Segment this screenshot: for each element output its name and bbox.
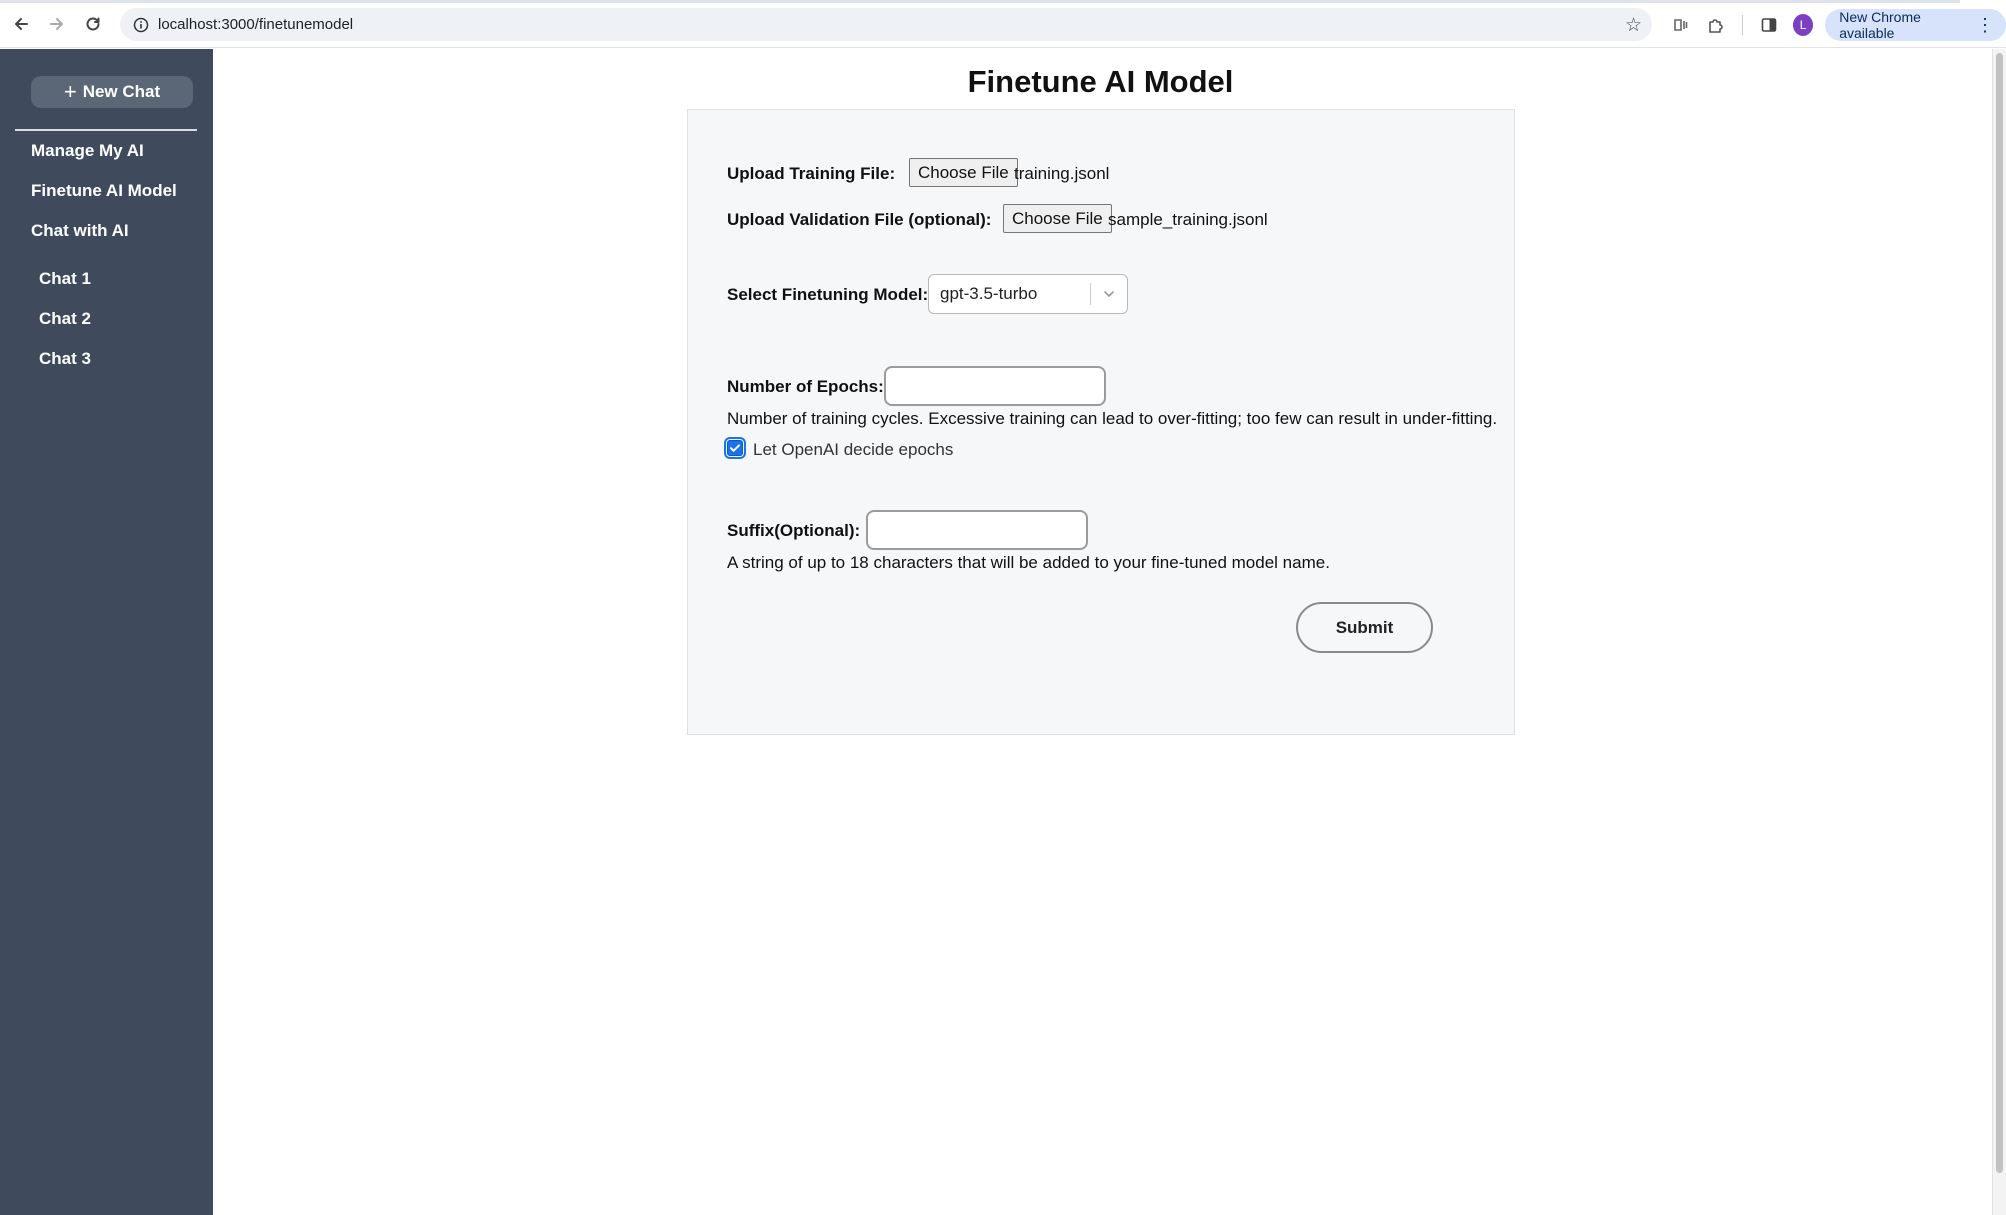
browser-toolbar: localhost:3000/finetunemodel ☆ L New Chr… — [0, 0, 2006, 48]
sidebar-item-chat-with-ai[interactable]: Chat with AI — [31, 221, 129, 241]
toolbar-actions: L New Chrome available ⋮ — [1668, 8, 2006, 41]
update-label: New Chrome available — [1839, 8, 1921, 41]
side-panel-icon[interactable] — [1757, 12, 1781, 38]
sidebar-item-chat-1[interactable]: Chat 1 — [39, 269, 91, 289]
epochs-label: Number of Epochs: — [727, 377, 884, 396]
more-menu-icon[interactable]: ⋮ — [1976, 16, 1994, 34]
sidebar-item-chat-2[interactable]: Chat 2 — [39, 309, 91, 329]
new-chat-button[interactable]: + New Chat — [31, 76, 193, 108]
extensions-puzzle-icon[interactable] — [1704, 12, 1728, 38]
let-openai-decide-checkbox[interactable] — [724, 437, 746, 459]
training-file-name: training.jsonl — [1014, 164, 1110, 183]
reload-icon[interactable] — [75, 6, 111, 42]
training-file-label: Upload Training File: — [727, 164, 896, 183]
back-icon[interactable] — [3, 6, 39, 42]
epochs-help-text: Number of training cycles. Excessive tra… — [727, 409, 1498, 428]
tab-strip-edge — [0, 0, 1960, 3]
forward-icon[interactable] — [39, 6, 75, 42]
page-title: Finetune AI Model — [967, 64, 1234, 99]
validation-file-name: sample_training.jsonl — [1108, 210, 1268, 229]
new-chat-label: New Chat — [82, 82, 161, 101]
suffix-label: Suffix(Optional): — [727, 521, 861, 540]
toolbar-divider — [1740, 12, 1746, 38]
plus-icon: + — [63, 79, 77, 104]
epochs-input[interactable] — [884, 366, 1106, 406]
submit-button[interactable]: Submit — [1296, 602, 1433, 653]
sidebar-item-manage-my-ai[interactable]: Manage My AI — [31, 141, 144, 161]
validation-file-label: Upload Validation File (optional): — [727, 210, 992, 229]
bookmark-star-icon[interactable]: ☆ — [1625, 14, 1642, 37]
let-openai-decide-label[interactable]: Let OpenAI decide epochs — [753, 440, 953, 460]
sidebar-divider — [15, 129, 197, 131]
profile-avatar[interactable]: L — [1793, 13, 1814, 36]
suffix-input[interactable] — [866, 510, 1088, 550]
validation-file-choose-button[interactable]: Choose File — [1003, 204, 1112, 233]
scrollbar-thumb[interactable] — [1996, 53, 2003, 1173]
site-info-icon[interactable] — [124, 17, 158, 33]
suffix-help-text: A string of up to 18 characters that wil… — [727, 553, 1330, 572]
training-file-choose-button[interactable]: Choose File — [909, 158, 1018, 187]
page-scrollbar[interactable] — [1992, 49, 2006, 1215]
model-select-value: gpt-3.5-turbo — [940, 284, 1038, 303]
sidebar: + New Chat Manage My AI Finetune AI Mode… — [0, 49, 213, 1215]
sidebar-item-chat-3[interactable]: Chat 3 — [39, 349, 91, 369]
chevron-down-icon[interactable] — [1091, 287, 1127, 301]
url-text[interactable]: localhost:3000/finetunemodel — [158, 16, 353, 33]
model-select-label: Select Finetuning Model: — [727, 285, 929, 304]
address-bar[interactable]: localhost:3000/finetunemodel ☆ — [120, 8, 1652, 41]
media-control-icon[interactable] — [1668, 12, 1692, 38]
sidebar-item-finetune-ai-model[interactable]: Finetune AI Model — [31, 181, 177, 201]
chrome-update-button[interactable]: New Chrome available ⋮ — [1825, 8, 2006, 41]
model-select[interactable]: gpt-3.5-turbo — [928, 274, 1128, 314]
checkmark-icon — [730, 444, 740, 452]
